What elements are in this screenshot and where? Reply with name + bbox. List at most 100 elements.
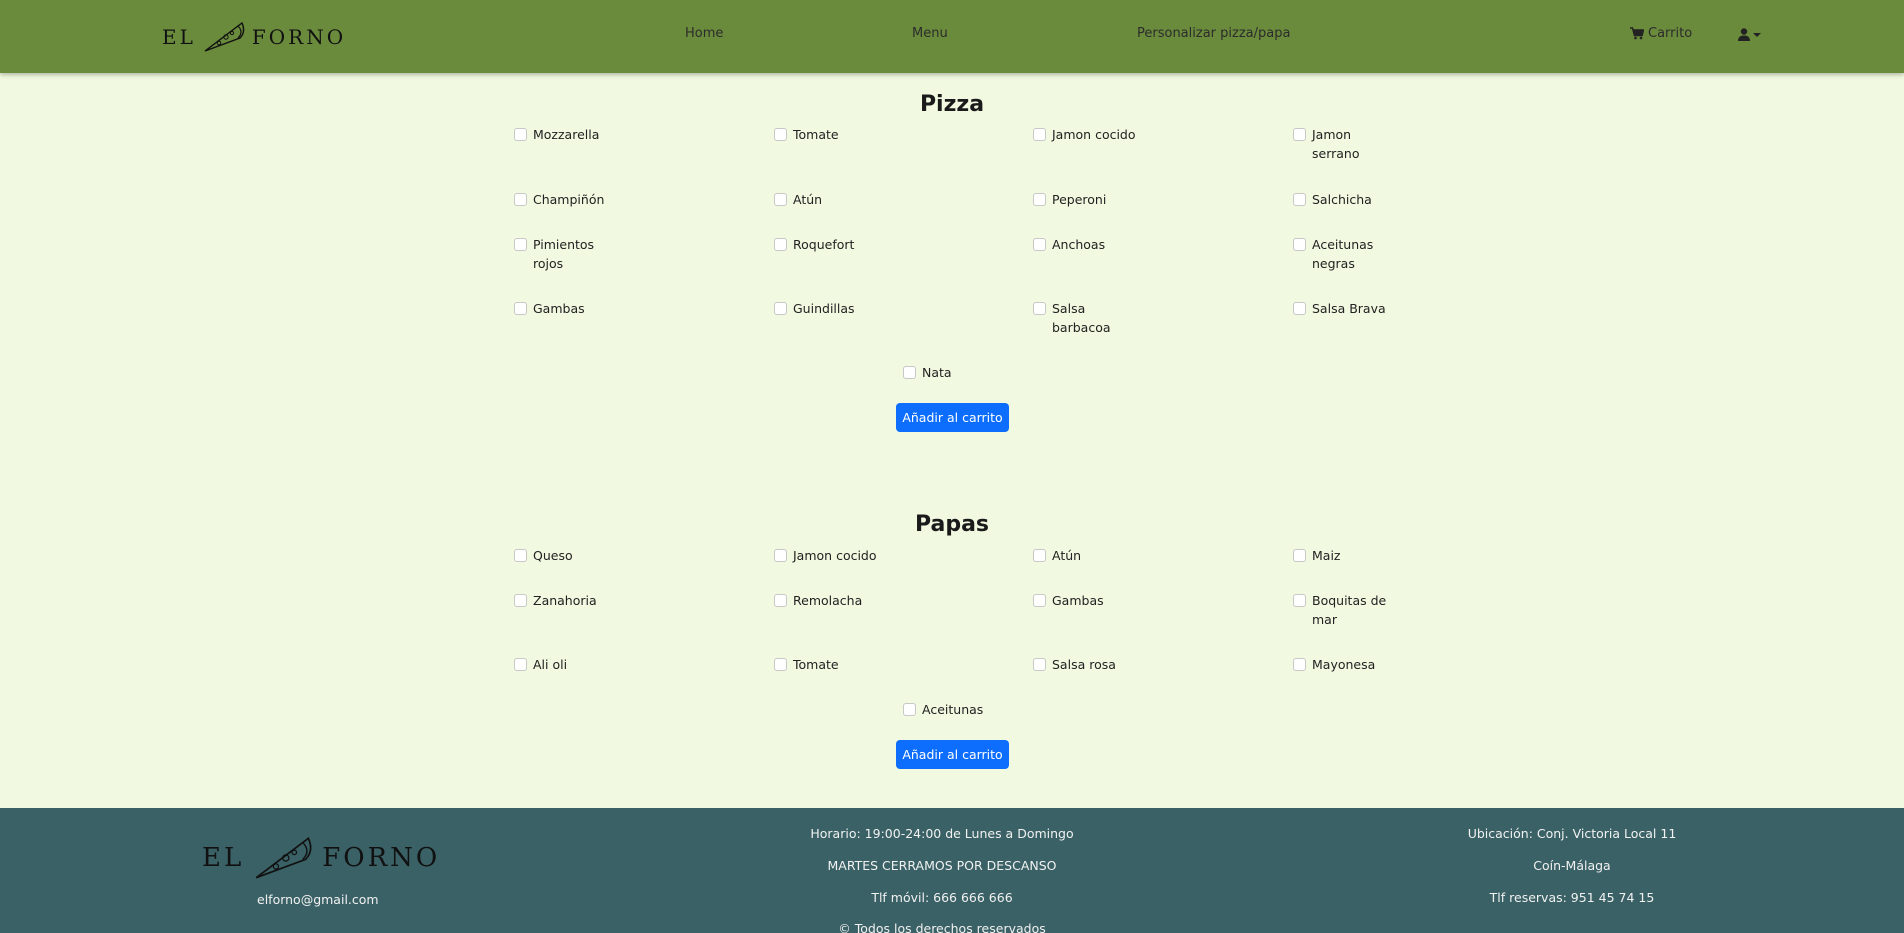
option-label: Tomate — [793, 657, 839, 672]
papas-option[interactable]: Zanahoria — [514, 591, 634, 610]
checkbox[interactable] — [774, 594, 787, 607]
pizza-slice-icon — [255, 836, 312, 879]
checkbox[interactable] — [514, 594, 527, 607]
option-label: Aceitunas — [922, 702, 984, 717]
option-label: Salsa barbacoa — [1052, 301, 1111, 335]
pizza-option[interactable]: Nata — [903, 363, 1023, 382]
option-label: Salsa Brava — [1312, 301, 1386, 316]
option-label: Boquitas de mar — [1312, 593, 1387, 627]
checkbox[interactable] — [1033, 658, 1046, 671]
checkbox[interactable] — [774, 193, 787, 206]
nav-home-link[interactable]: Home — [685, 26, 723, 41]
papas-option[interactable]: Gambas — [1033, 591, 1153, 610]
brand-logo[interactable]: EL FORNO — [162, 20, 346, 54]
checkbox[interactable] — [1033, 193, 1046, 206]
checkbox[interactable] — [1293, 302, 1306, 315]
pizza-option[interactable]: Jamon cocido — [1033, 125, 1153, 144]
footer-email: elforno@gmail.com — [257, 892, 379, 907]
option-label: Jamon serrano — [1312, 127, 1360, 161]
papas-option[interactable]: Remolacha — [774, 591, 894, 610]
checkbox[interactable] — [903, 703, 916, 716]
cart-link[interactable]: Carrito — [1630, 26, 1692, 41]
pizza-option[interactable]: Tomate — [774, 125, 894, 144]
checkbox[interactable] — [1033, 238, 1046, 251]
checkbox[interactable] — [1293, 238, 1306, 251]
papas-option[interactable]: Maiz — [1293, 546, 1413, 565]
pizza-option[interactable]: Atún — [774, 190, 894, 209]
checkbox[interactable] — [1293, 549, 1306, 562]
option-label: Nata — [922, 365, 952, 380]
pizza-option[interactable]: Anchoas — [1033, 235, 1153, 254]
papas-option[interactable]: Atún — [1033, 546, 1153, 565]
checkbox[interactable] — [1033, 594, 1046, 607]
checkbox[interactable] — [514, 302, 527, 315]
option-label: Mayonesa — [1312, 657, 1376, 672]
checkbox[interactable] — [1293, 594, 1306, 607]
pizza-option[interactable]: Salsa Brava — [1293, 299, 1413, 318]
footer-logo: EL FORNO — [202, 834, 440, 882]
pizza-option[interactable]: Peperoni — [1033, 190, 1153, 209]
papas-option[interactable]: Tomate — [774, 655, 894, 674]
nav-customize-link[interactable]: Personalizar pizza/papa — [1137, 26, 1290, 41]
checkbox[interactable] — [903, 366, 916, 379]
papas-option[interactable]: Ali oli — [514, 655, 634, 674]
option-label: Guindillas — [793, 301, 855, 316]
option-label: Jamon cocido — [793, 548, 877, 563]
footer-city: Coín-Málaga — [1533, 858, 1611, 873]
option-label: Tomate — [793, 127, 839, 142]
option-label: Roquefort — [793, 237, 855, 252]
checkbox[interactable] — [1033, 549, 1046, 562]
papas-add-to-cart-button[interactable]: Añadir al carrito — [896, 740, 1009, 769]
pizza-add-to-cart-button[interactable]: Añadir al carrito — [896, 403, 1009, 432]
pizza-option[interactable]: Pimientos rojos — [514, 235, 604, 273]
pizza-option[interactable]: Aceitunas negras — [1293, 235, 1383, 273]
papas-option[interactable]: Salsa rosa — [1033, 655, 1153, 674]
pizza-option[interactable]: Salchicha — [1293, 190, 1413, 209]
option-label: Aceitunas negras — [1312, 237, 1374, 271]
option-label: Gambas — [533, 301, 585, 316]
checkbox[interactable] — [1293, 128, 1306, 141]
checkbox[interactable] — [774, 549, 787, 562]
checkbox[interactable] — [1293, 193, 1306, 206]
pizza-option[interactable]: Roquefort — [774, 235, 894, 254]
checkbox[interactable] — [514, 128, 527, 141]
papas-section-title: Papas — [914, 512, 990, 537]
pizza-option[interactable]: Mozzarella — [514, 125, 634, 144]
checkbox[interactable] — [514, 549, 527, 562]
option-label: Atún — [793, 192, 823, 207]
option-label: Mozzarella — [533, 127, 600, 142]
checkbox[interactable] — [514, 238, 527, 251]
footer: EL FORNO elforno@gmail.com Horario: 19:0… — [0, 808, 1904, 933]
checkbox[interactable] — [514, 193, 527, 206]
option-label: Anchoas — [1052, 237, 1106, 252]
papas-option[interactable]: Jamon cocido — [774, 546, 894, 565]
nav-menu-link[interactable]: Menu — [912, 26, 948, 41]
logo-text-right: FORNO — [251, 25, 347, 49]
option-label: Champiñón — [533, 192, 605, 207]
user-icon — [1738, 28, 1750, 41]
pizza-option[interactable]: Jamon serrano — [1293, 125, 1383, 163]
footer-reservations-phone: Tlf reservas: 951 45 74 15 — [1489, 890, 1655, 905]
papas-option[interactable]: Mayonesa — [1293, 655, 1413, 674]
checkbox[interactable] — [1293, 658, 1306, 671]
checkbox[interactable] — [1033, 302, 1046, 315]
user-menu-dropdown[interactable] — [1738, 28, 1761, 41]
checkbox[interactable] — [514, 658, 527, 671]
papas-option[interactable]: Aceitunas — [903, 700, 1023, 719]
papas-option[interactable]: Boquitas de mar — [1293, 591, 1393, 629]
pizza-option[interactable]: Guindillas — [774, 299, 894, 318]
pizza-option[interactable]: Champiñón — [514, 190, 634, 209]
checkbox[interactable] — [774, 238, 787, 251]
checkbox[interactable] — [774, 658, 787, 671]
cart-label: Carrito — [1648, 26, 1693, 41]
papas-option[interactable]: Queso — [514, 546, 634, 565]
checkbox[interactable] — [774, 302, 787, 315]
logo-text-right: FORNO — [322, 843, 441, 873]
checkbox[interactable] — [1033, 128, 1046, 141]
option-label: Maiz — [1312, 548, 1341, 563]
pizza-option[interactable]: Gambas — [514, 299, 634, 318]
option-label: Queso — [533, 548, 573, 563]
checkbox[interactable] — [774, 128, 787, 141]
footer-rights: © Todos los derechos reservados — [838, 921, 1046, 933]
pizza-option[interactable]: Salsa barbacoa — [1033, 299, 1123, 337]
